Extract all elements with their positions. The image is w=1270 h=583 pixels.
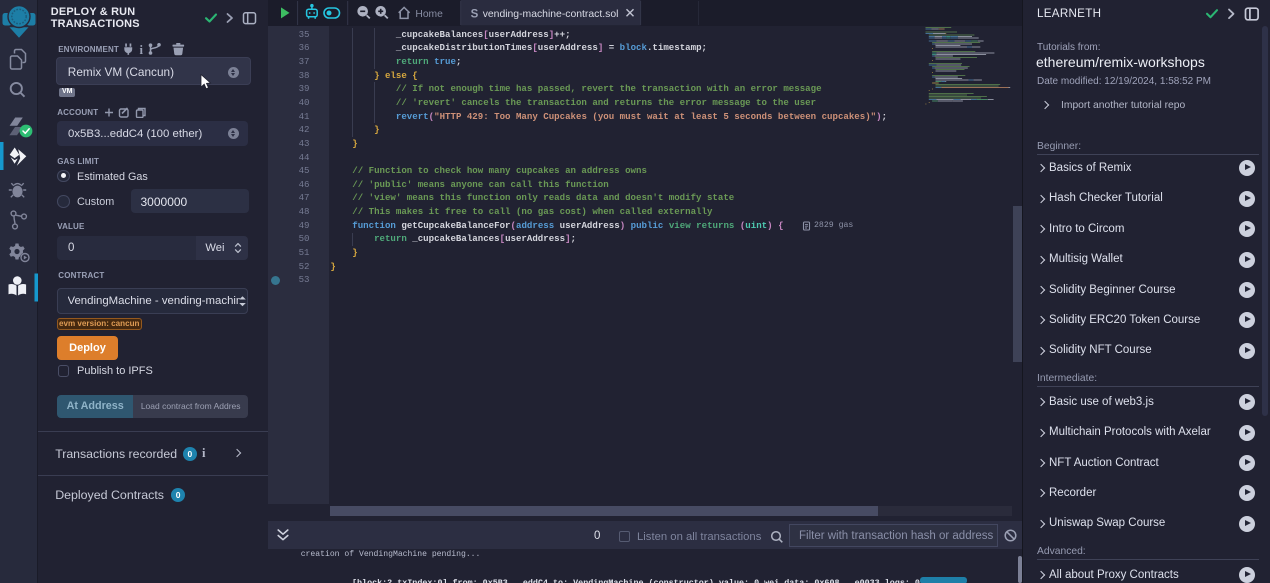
svg-text:Home: Home [415,9,443,20]
svg-text:S: S [471,8,479,20]
svg-text:i: i [140,43,144,56]
svg-text:vending-machine-contract.sol: vending-machine-contract.sol [483,9,619,20]
